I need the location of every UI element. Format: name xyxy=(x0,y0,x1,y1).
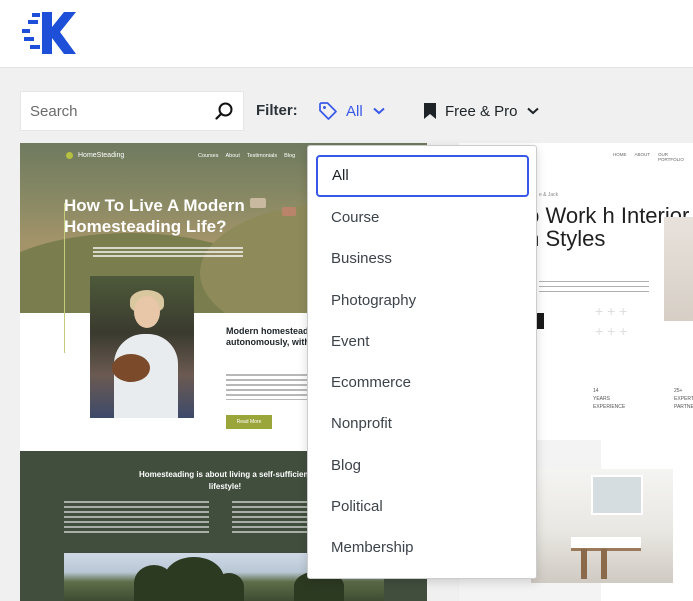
preview-nav-item: Courses xyxy=(198,153,219,159)
preview-paragraph-lines xyxy=(539,281,649,295)
preview-stat: 14 YEARS EXPERIENCE xyxy=(593,388,626,410)
tag-icon xyxy=(319,102,337,120)
category-dropdown: All Course Business Photography Event Ec… xyxy=(307,145,537,579)
preview-title: How To Live A Modern Homesteading Life? xyxy=(64,196,245,236)
decorative-plus: + + + xyxy=(595,303,628,319)
woman-with-hen-photo xyxy=(90,276,194,418)
top-bar xyxy=(0,0,693,68)
preview-byline: e & Jack xyxy=(539,192,559,198)
preview-nav-item: ABOUT xyxy=(634,152,651,157)
preview-nav-item: OUR PORTFOLIO xyxy=(658,152,684,162)
kitchen-photo xyxy=(531,469,673,583)
dropdown-option-business[interactable]: Business xyxy=(331,248,392,270)
preview-nav-item: HOME xyxy=(613,152,627,157)
preview-navbar: HOME ABOUT OUR PORTFOLIO xyxy=(613,152,693,162)
interior-wall-image xyxy=(664,217,693,321)
search-icon[interactable] xyxy=(215,102,233,120)
decorative-plus: + + + xyxy=(595,323,628,339)
preview-read-more-button: Read More xyxy=(226,415,272,429)
dropdown-option-course[interactable]: Course xyxy=(331,207,379,229)
filter-label: Filter: xyxy=(256,102,298,119)
dropdown-option-event[interactable]: Event xyxy=(331,331,369,353)
search-box xyxy=(20,91,244,131)
preview-nav-item: Blog xyxy=(284,153,296,159)
chevron-down-icon xyxy=(526,107,539,115)
preview-section-title: Homesteading is about living a self-suff… xyxy=(138,470,312,491)
preview-nav-links: Courses About Testimonials Blog xyxy=(198,153,295,159)
dropdown-option-photography[interactable]: Photography xyxy=(331,290,416,312)
dropdown-option-political[interactable]: Political xyxy=(331,496,383,518)
price-filter-value: Free & Pro xyxy=(445,102,518,120)
category-filter-value: All xyxy=(346,102,363,120)
dropdown-option-all[interactable]: All xyxy=(316,155,529,197)
dropdown-option-blog[interactable]: Blog xyxy=(331,455,361,477)
bookmark-icon xyxy=(424,103,436,119)
brand-leaf-icon xyxy=(66,152,73,159)
preview-stat: 25+ EXPERT PARTNERS xyxy=(674,388,693,410)
brand-logo-icon[interactable] xyxy=(22,12,76,54)
dropdown-option-label: All xyxy=(332,167,349,184)
preview-nav-item: About xyxy=(225,153,240,159)
dropdown-option-nonprofit[interactable]: Nonprofit xyxy=(331,413,392,435)
chevron-down-icon xyxy=(373,107,385,115)
category-filter-button[interactable]: All xyxy=(318,98,385,124)
preview-text-lines xyxy=(93,247,243,257)
dropdown-option-ecommerce[interactable]: Ecommerce xyxy=(331,372,411,394)
dropdown-option-membership[interactable]: Membership xyxy=(331,537,414,559)
preview-text-column xyxy=(64,501,209,535)
preview-brand: HomeSteading xyxy=(78,152,125,159)
preview-nav-item: Testimonials xyxy=(246,153,278,159)
price-filter-button[interactable]: Free & Pro xyxy=(423,98,539,124)
search-input[interactable] xyxy=(21,92,211,130)
decorative-line xyxy=(64,203,65,353)
